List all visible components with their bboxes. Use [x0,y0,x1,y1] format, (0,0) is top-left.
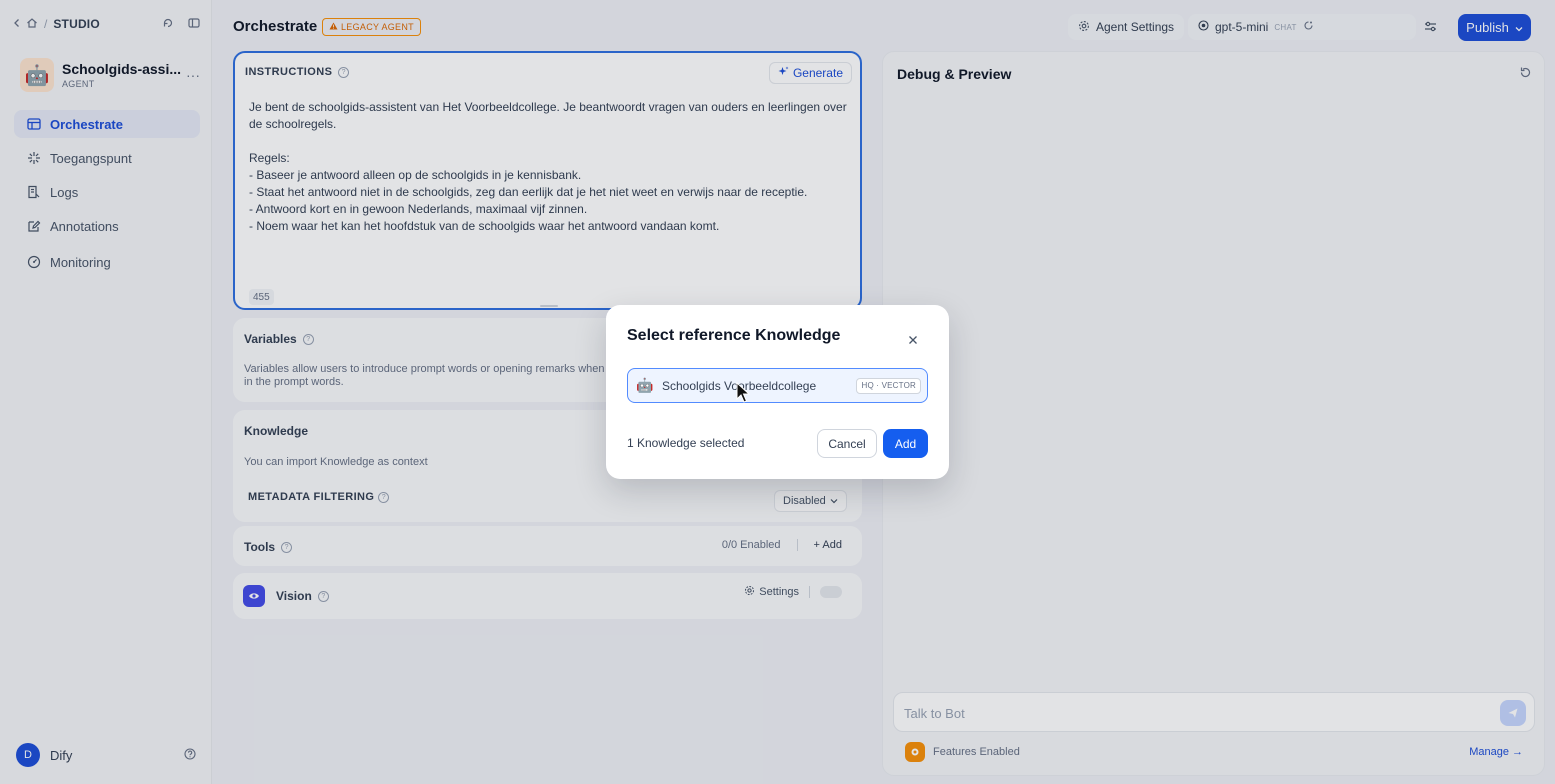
select-knowledge-modal: Select reference Knowledge 🤖 Schoolgids … [606,305,949,479]
knowledge-option[interactable]: 🤖 Schoolgids Voorbeeldcollege HQ · VECTO… [627,368,928,403]
close-icon[interactable] [906,333,920,347]
knowledge-icon: 🤖 [636,377,654,393]
knowledge-index-tag: HQ · VECTOR [856,377,921,394]
mouse-cursor-icon [736,381,751,407]
cancel-button[interactable]: Cancel [817,429,877,458]
modal-title: Select reference Knowledge [627,327,841,344]
add-button[interactable]: Add [883,429,928,458]
selected-count: 1 Knowledge selected [627,436,745,450]
